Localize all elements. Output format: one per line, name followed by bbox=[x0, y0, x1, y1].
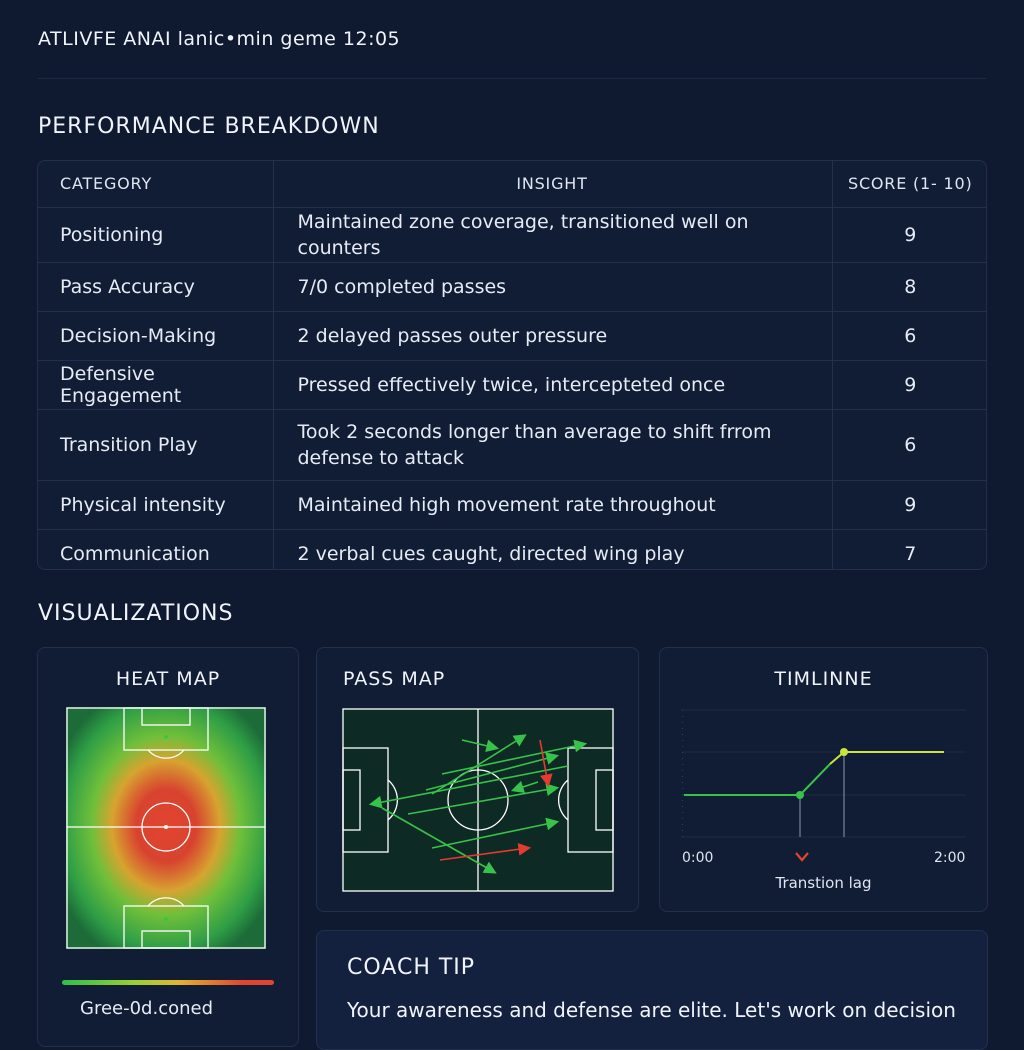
heat-map-legend-label: Gree-0d.coned bbox=[80, 998, 214, 1019]
table-row[interactable]: Pass Accuracy 7/0 completed passes 8 bbox=[38, 262, 986, 312]
timeline-card[interactable]: TIMLINNE 0:00 2:00 Transtion lag bbox=[659, 647, 988, 912]
performance-table: CATEGORY INSIGHT SCORE (1- 10) Positioni… bbox=[38, 161, 986, 569]
row-insight: Maintained high movement rate throughout bbox=[273, 480, 833, 530]
row-insight: Took 2 seconds longer than average to sh… bbox=[273, 409, 833, 481]
row-insight: Pressed effectively twice, intercepteted… bbox=[273, 360, 833, 410]
pass-map-title: PASS MAP bbox=[343, 668, 446, 690]
table-row[interactable]: Transition Play Took 2 seconds longer th… bbox=[38, 409, 986, 481]
table-row[interactable]: Decision-Making 2 delayed passes outer p… bbox=[38, 311, 986, 361]
coach-tip-card: COACH TIP Your awareness and defense are… bbox=[316, 930, 988, 1050]
pass-map-card[interactable]: PASS MAP bbox=[316, 647, 639, 912]
pass-map-pitch bbox=[342, 708, 614, 892]
row-score: 8 bbox=[832, 262, 986, 312]
row-score: 9 bbox=[832, 207, 986, 263]
performance-section-title: PERFORMANCE BREAKDOWN bbox=[38, 114, 380, 139]
heat-map-pitch bbox=[66, 707, 266, 949]
row-category: Decision-Making bbox=[38, 311, 274, 361]
table-row[interactable]: Positioning Maintained zone coverage, tr… bbox=[38, 207, 986, 263]
top-bar: ATLIVFE ANAI lanic•min geme 12:05 bbox=[0, 0, 1024, 80]
timeline-end-label: 2:00 bbox=[934, 850, 966, 866]
column-header-score[interactable]: SCORE (1- 10) bbox=[832, 161, 986, 208]
heat-map-card[interactable]: HEAT MAP Gree-0d.coned bbox=[37, 647, 299, 1047]
column-header-insight[interactable]: INSIGHT bbox=[273, 161, 833, 208]
row-score: 7 bbox=[904, 542, 917, 565]
heat-map-title: HEAT MAP bbox=[115, 668, 221, 690]
heat-map-legend-bar bbox=[62, 980, 274, 985]
row-insight: 2 delayed passes outer pressure bbox=[273, 311, 833, 361]
timeline-marker-label: Transtion lag bbox=[775, 874, 872, 892]
header-divider bbox=[38, 78, 986, 79]
row-category: Transition Play bbox=[38, 409, 274, 481]
row-insight: 7/0 completed passes bbox=[273, 262, 833, 312]
chevron-down-icon[interactable] bbox=[794, 851, 810, 863]
timeline-point bbox=[796, 791, 804, 799]
row-category: Pass Accuracy bbox=[38, 262, 274, 312]
table-row[interactable]: Physical intensity Maintained high movem… bbox=[38, 480, 986, 530]
timeline-title: TIMLINNE bbox=[774, 668, 873, 690]
table-row[interactable]: Communication 2 verbal cues caught, dire… bbox=[38, 529, 986, 569]
row-category: Physical intensity bbox=[38, 480, 274, 530]
row-category: Defensive Engagement bbox=[38, 360, 274, 410]
row-score: 6 bbox=[832, 409, 986, 481]
table-row[interactable]: Defensive Engagement Pressed effectively… bbox=[38, 360, 986, 410]
column-header-category[interactable]: CATEGORY bbox=[38, 161, 274, 208]
table-header-row: CATEGORY INSIGHT SCORE (1- 10) bbox=[38, 161, 986, 208]
row-score: 6 bbox=[832, 311, 986, 361]
row-score: 9 bbox=[832, 480, 986, 530]
row-score: 9 bbox=[832, 360, 986, 410]
visualizations-section-title: VISUALIZATIONS bbox=[38, 601, 234, 626]
timeline-chart bbox=[682, 709, 966, 838]
row-category: Communication bbox=[38, 529, 274, 569]
performance-table-card: CATEGORY INSIGHT SCORE (1- 10) Positioni… bbox=[37, 160, 987, 570]
row-insight: 2 verbal cues caught, directed wing play bbox=[273, 529, 833, 569]
row-category: Positioning bbox=[38, 207, 274, 263]
coach-tip-body: Your awareness and defense are elite. Le… bbox=[347, 998, 956, 1022]
app-title: ATLIVFE ANAI lanic•min geme 12:05 bbox=[38, 28, 401, 50]
timeline-start-label: 0:00 bbox=[682, 850, 714, 866]
timeline-line-base bbox=[684, 763, 831, 796]
coach-tip-title: COACH TIP bbox=[347, 955, 476, 980]
row-insight: Maintained zone coverage, transitioned w… bbox=[273, 207, 833, 263]
timeline-point bbox=[840, 748, 848, 756]
